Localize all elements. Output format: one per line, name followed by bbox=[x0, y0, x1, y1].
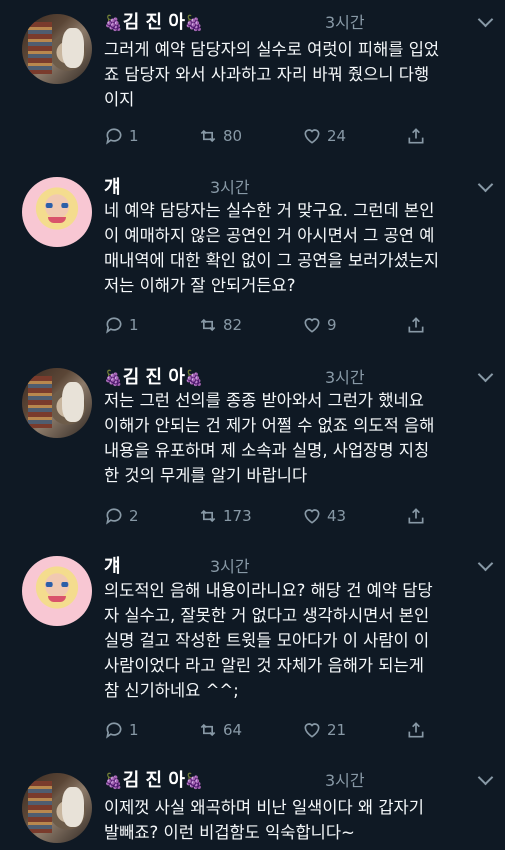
share-button[interactable] bbox=[406, 506, 431, 526]
author-name[interactable]: 🍇김 진 아🍇 bbox=[104, 363, 204, 389]
retweet-button[interactable]: 173 bbox=[198, 506, 252, 526]
grape-icon: 🍇 bbox=[184, 369, 204, 387]
retweet-button[interactable]: 82 bbox=[198, 315, 242, 335]
tweet-actions: 1 80 24 bbox=[104, 126, 444, 148]
share-icon bbox=[408, 317, 424, 333]
avatar[interactable] bbox=[22, 556, 92, 626]
retweet-icon bbox=[200, 509, 216, 523]
share-button[interactable] bbox=[406, 126, 431, 146]
share-button[interactable] bbox=[406, 315, 431, 335]
grape-icon: 🍇 bbox=[184, 772, 204, 790]
timestamp[interactable]: 3시간 bbox=[325, 9, 365, 33]
grape-icon: 🍇 bbox=[104, 772, 123, 790]
chevron-down-icon[interactable] bbox=[477, 769, 494, 786]
tweet-actions: 1 82 9 bbox=[104, 315, 444, 337]
heart-icon bbox=[304, 318, 320, 333]
heart-icon bbox=[304, 129, 320, 144]
heart-icon bbox=[304, 723, 320, 738]
like-button[interactable]: 43 bbox=[302, 506, 346, 526]
tweet-actions: 2 173 43 bbox=[104, 506, 444, 528]
avatar[interactable] bbox=[22, 773, 92, 843]
tweet-text: 의도적인 음해 내용이라니요? 해당 건 예약 담당 자 실수고, 잘못한 거 … bbox=[104, 581, 433, 700]
share-icon bbox=[408, 722, 424, 738]
retweet-icon bbox=[200, 318, 216, 332]
tweet-actions: 1 64 21 bbox=[104, 720, 444, 742]
author-name[interactable]: 🍇김 진 아🍇 bbox=[104, 8, 204, 34]
share-icon bbox=[408, 508, 424, 524]
retweet-icon bbox=[200, 129, 216, 143]
share-button[interactable] bbox=[406, 720, 431, 740]
retweet-icon bbox=[200, 723, 216, 737]
chevron-down-icon[interactable] bbox=[477, 11, 494, 28]
heart-icon bbox=[304, 509, 320, 524]
retweet-button[interactable]: 80 bbox=[198, 126, 242, 146]
reply-icon bbox=[106, 317, 122, 334]
author-name[interactable]: 걔 bbox=[104, 173, 121, 199]
like-button[interactable]: 21 bbox=[302, 720, 346, 740]
grape-icon: 🍇 bbox=[104, 14, 123, 32]
like-button[interactable]: 24 bbox=[302, 126, 346, 146]
timestamp[interactable]: 3시간 bbox=[325, 767, 365, 791]
reply-button[interactable]: 1 bbox=[104, 126, 139, 146]
reply-icon bbox=[106, 508, 122, 525]
timestamp[interactable]: 3시간 bbox=[210, 553, 250, 577]
chevron-down-icon[interactable] bbox=[477, 555, 494, 572]
author-name[interactable]: 🍇김 진 아🍇 bbox=[104, 766, 204, 792]
avatar[interactable] bbox=[22, 177, 92, 247]
chevron-down-icon[interactable] bbox=[477, 176, 494, 193]
timestamp[interactable]: 3시간 bbox=[210, 174, 250, 198]
reply-icon bbox=[106, 128, 122, 145]
tweet-text: 그러게 예약 담당자의 실수로 여럿이 피해를 입었 죠 담당자 와서 사과하고… bbox=[104, 40, 440, 109]
avatar[interactable] bbox=[22, 14, 92, 84]
grape-icon: 🍇 bbox=[184, 14, 204, 32]
tweet-text: 이제껏 사실 왜곡하며 비난 일색이다 왜 갑자기 발빼죠? 이런 비겁함도 익… bbox=[104, 798, 424, 842]
avatar[interactable] bbox=[22, 368, 92, 438]
reply-button[interactable]: 1 bbox=[104, 720, 139, 740]
reply-button[interactable]: 1 bbox=[104, 315, 139, 335]
grape-icon: 🍇 bbox=[104, 369, 123, 387]
tweet-text: 네 예약 담당자는 실수한 거 맞구요. 그런데 본인 이 예매하지 않은 공연… bbox=[104, 201, 440, 295]
retweet-button[interactable]: 64 bbox=[198, 720, 242, 740]
reply-button[interactable]: 2 bbox=[104, 506, 139, 526]
timestamp[interactable]: 3시간 bbox=[325, 364, 365, 388]
share-icon bbox=[408, 128, 424, 144]
tweet-text: 저는 그런 선의를 종종 받아와서 그런가 했네요 이해가 안되는 건 제가 어… bbox=[104, 391, 435, 485]
like-button[interactable]: 9 bbox=[302, 315, 337, 335]
author-name[interactable]: 걔 bbox=[104, 552, 121, 578]
chevron-down-icon[interactable] bbox=[477, 366, 494, 383]
reply-icon bbox=[106, 722, 122, 739]
